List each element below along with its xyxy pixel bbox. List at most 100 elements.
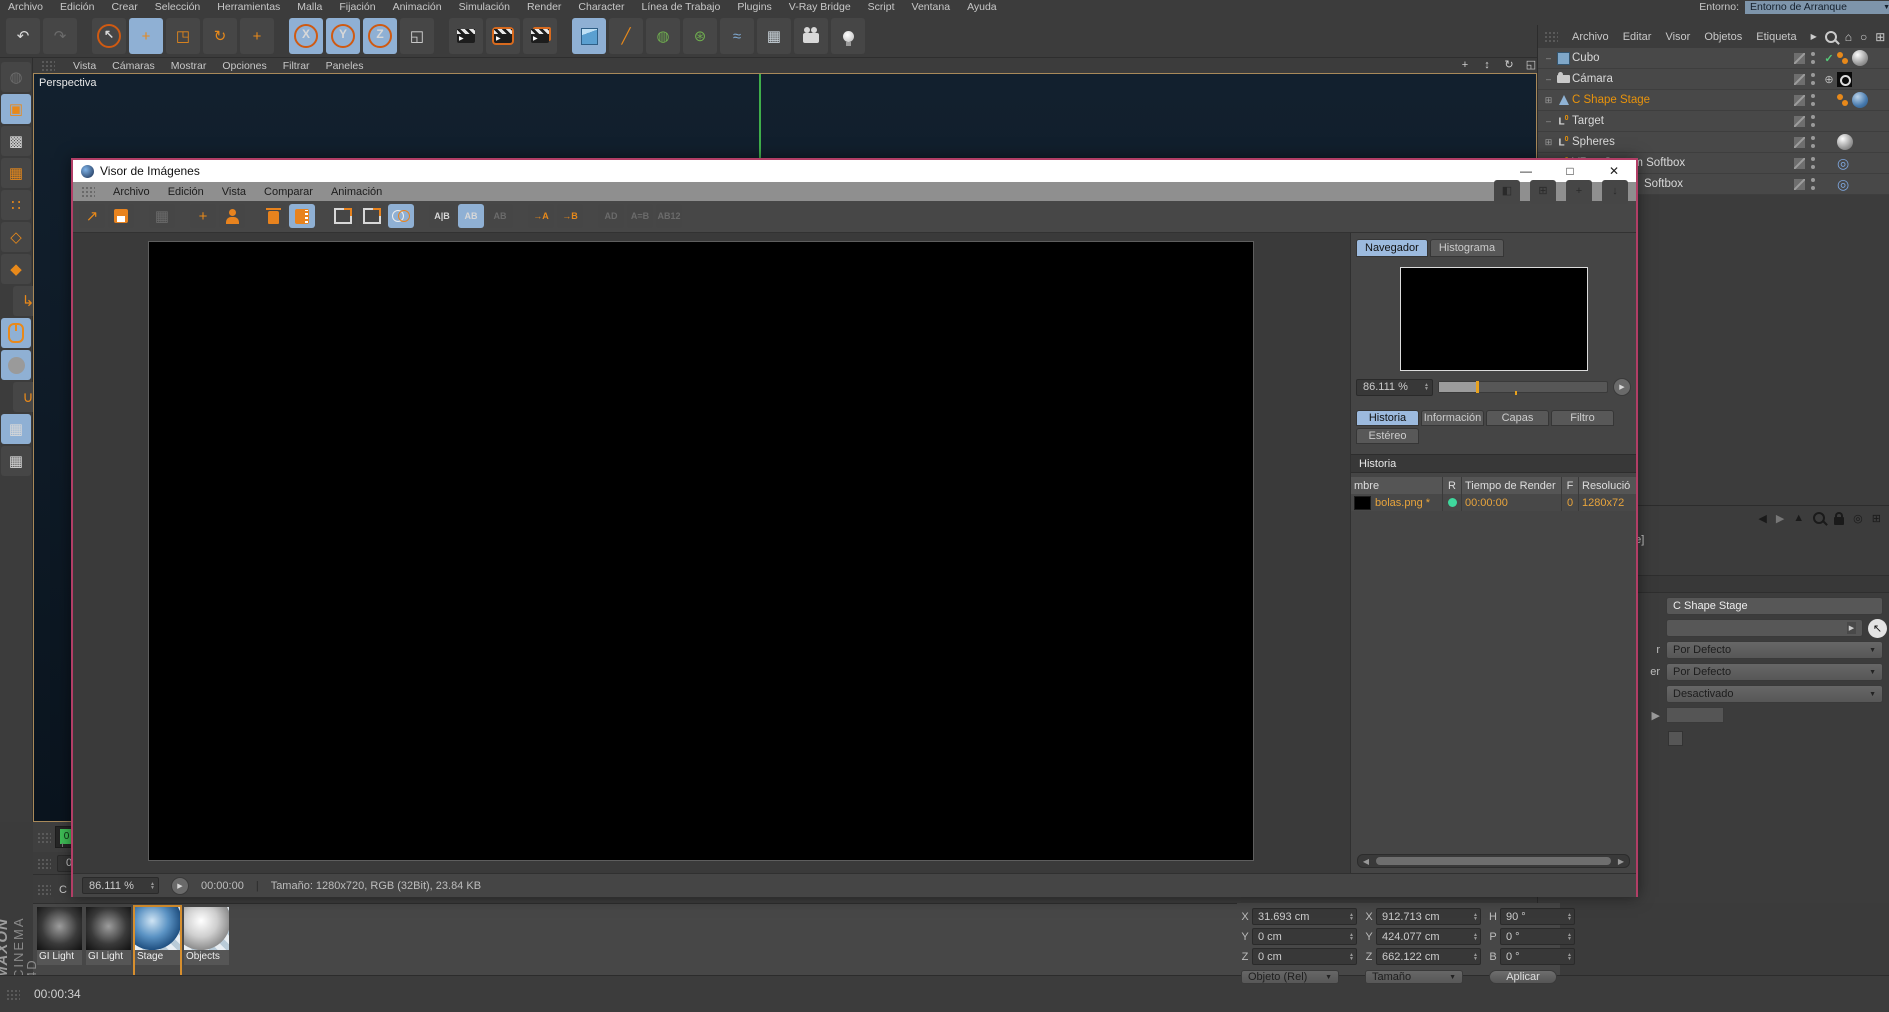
spinner-down-icon[interactable]: ▼ [1349, 956, 1354, 961]
lock-y-axis-icon[interactable]: Y [326, 18, 360, 54]
pick-object-button[interactable]: ↖ [1868, 618, 1887, 638]
environment-dropdown[interactable]: Entorno de Arranque ▼ [1745, 0, 1889, 14]
open-image-icon[interactable]: ↗ [79, 204, 105, 228]
coord-field[interactable]: 0 cm ▲ ▼ [1252, 948, 1357, 965]
layer-color-icon[interactable] [1794, 115, 1805, 127]
search-icon[interactable] [1813, 512, 1826, 524]
scrollbar-thumb[interactable] [1376, 857, 1611, 865]
coordinate-system-icon[interactable]: ◱ [400, 18, 434, 54]
camera-toggle-icon[interactable]: ⊕ [1821, 73, 1837, 86]
sphere-white-tag-icon[interactable] [1837, 134, 1853, 150]
grip-handle[interactable] [41, 60, 55, 71]
menu-item-11[interactable]: Línea de Trabajo [642, 1, 721, 13]
pv-menu-item-3[interactable]: Comparar [264, 186, 313, 198]
viewport-menu-item-1[interactable]: Cámaras [112, 60, 155, 72]
visibility-dots-icon[interactable] [1810, 73, 1816, 85]
zoom-slider-handle[interactable] [1475, 381, 1479, 393]
coord-field[interactable]: 31.693 cm ▲ ▼ [1252, 908, 1357, 925]
environment-floor-icon[interactable]: ▦ [757, 18, 791, 54]
expand-icon[interactable]: ⊞ [1542, 95, 1555, 106]
checkbox[interactable] [1668, 731, 1683, 746]
new-panel-icon[interactable]: ⊞ [1872, 512, 1881, 525]
layer-color-icon[interactable] [1794, 73, 1805, 85]
tab-información[interactable]: Información [1421, 410, 1484, 426]
visibility-dots-icon[interactable] [1810, 157, 1816, 169]
material-1[interactable]: GI Light [86, 907, 131, 979]
sphere-blue-tag-icon[interactable] [1852, 92, 1868, 108]
menu-item-3[interactable]: Selección [155, 1, 201, 13]
link-expand-icon[interactable]: ▶ [1847, 622, 1856, 634]
image-thumbnails-icon[interactable]: ▦ [149, 204, 175, 228]
horizontal-scrollbar[interactable]: ◀ ▶ [1357, 854, 1630, 868]
coord-field[interactable]: 0 cm ▲ ▼ [1252, 928, 1357, 945]
camera-tag-icon[interactable] [1837, 71, 1852, 87]
spinner-down-icon[interactable]: ▼ [1473, 936, 1478, 941]
add-camera-icon[interactable] [794, 18, 828, 54]
visibility-dots-icon[interactable] [1810, 136, 1816, 148]
spinner-icon[interactable]: ▲ ▼ [1349, 952, 1354, 961]
column-header[interactable]: Resolució [1579, 477, 1636, 494]
coord-field[interactable]: 0 ° ▲ ▼ [1500, 948, 1575, 965]
path-filter-icon[interactable]: ○ [1860, 30, 1867, 44]
object-name-field[interactable]: C Shape Stage [1666, 597, 1883, 615]
object-name[interactable]: Cubo [1572, 52, 1794, 64]
render-settings-icon[interactable] [523, 18, 557, 54]
menu-item-5[interactable]: Malla [297, 1, 322, 13]
last-tool-icon[interactable]: + [240, 18, 274, 54]
coord-field[interactable]: 0 ° ▲ ▼ [1500, 928, 1575, 945]
history-forward-icon[interactable]: ▶ [1776, 512, 1784, 525]
spinner-down-icon[interactable]: ▼ [1567, 936, 1572, 941]
tab-filtro[interactable]: Filtro [1551, 410, 1614, 426]
om-menu-item-3[interactable]: Objetos [1704, 31, 1742, 43]
spinner-down-icon[interactable]: ▼ [1473, 916, 1478, 921]
object-name[interactable]: C Shape Stage [1572, 94, 1794, 106]
texture-tags-icon[interactable] [1837, 94, 1851, 106]
history-back-icon[interactable]: ◀ [1758, 512, 1766, 525]
enabled-check-icon[interactable]: ✓ [1821, 52, 1837, 65]
multi-view-icon[interactable] [388, 204, 414, 228]
search-icon[interactable] [1824, 30, 1837, 43]
window-titlebar[interactable]: Visor de Imágenes — □ ✕ [73, 160, 1636, 182]
set-image-a-icon[interactable]: →A [528, 204, 554, 228]
compare-ab-alt-icon[interactable]: AB [487, 204, 513, 228]
layer-color-icon[interactable] [1794, 94, 1805, 106]
grip-handle[interactable] [37, 857, 51, 869]
menu-item-13[interactable]: V-Ray Bridge [789, 1, 851, 13]
material-2[interactable]: Stage [133, 905, 182, 981]
image-canvas[interactable] [73, 233, 1350, 873]
layer-color-icon[interactable] [1794, 157, 1805, 169]
pv-menu-item-2[interactable]: Vista [222, 186, 246, 198]
target-tag-icon[interactable]: ◎ [1837, 177, 1849, 191]
grip-handle[interactable] [37, 884, 51, 895]
menu-item-15[interactable]: Ventana [912, 1, 951, 13]
object-link-field[interactable]: ▶ [1666, 619, 1863, 637]
points-mode-icon[interactable]: ∷ [1, 190, 31, 220]
redo-icon[interactable]: ↷ [43, 18, 77, 54]
material-3[interactable]: Objects [184, 907, 229, 979]
layer-color-icon[interactable] [1794, 52, 1805, 64]
visibility-dots-icon[interactable] [1810, 178, 1816, 190]
deformers-icon[interactable]: ⊛ [683, 18, 717, 54]
compare-seq-icon[interactable]: AB12 [656, 204, 682, 228]
coord-dropdown[interactable]: Tamaño ▼ [1365, 970, 1463, 984]
show-image-b-icon[interactable] [359, 204, 385, 228]
set-image-b-icon[interactable]: →B [557, 204, 583, 228]
edges-mode-icon[interactable]: ◇ [1, 222, 31, 252]
navigate-images-icon[interactable]: + [190, 204, 216, 228]
attribute-dropdown[interactable]: Por Defecto ▼ [1666, 663, 1883, 681]
material-menu-partial[interactable]: C [59, 884, 67, 896]
object-name[interactable]: Target [1572, 115, 1794, 127]
tab-navegador[interactable]: Navegador [1356, 239, 1428, 257]
material-0[interactable]: GI Light [37, 907, 82, 979]
om-menu-item-2[interactable]: Visor [1665, 31, 1690, 43]
viewport-menu-item-4[interactable]: Filtrar [283, 60, 310, 72]
object-row[interactable]: ⊞ C Shape Stage [1538, 90, 1889, 111]
coord-dropdown[interactable]: Objeto (Rel) ▼ [1241, 970, 1339, 984]
menu-item-12[interactable]: Plugins [737, 1, 771, 13]
add-view-icon[interactable]: ⊞ [1875, 30, 1885, 44]
move-tool-icon[interactable]: + [129, 18, 163, 54]
view-rotate-icon[interactable]: ↻ [1501, 58, 1517, 72]
texture-mode-icon[interactable]: ▩ [1, 126, 31, 156]
dock-left-icon[interactable]: ◧ [1494, 179, 1520, 204]
home-icon[interactable]: ⌂ [1845, 30, 1852, 44]
